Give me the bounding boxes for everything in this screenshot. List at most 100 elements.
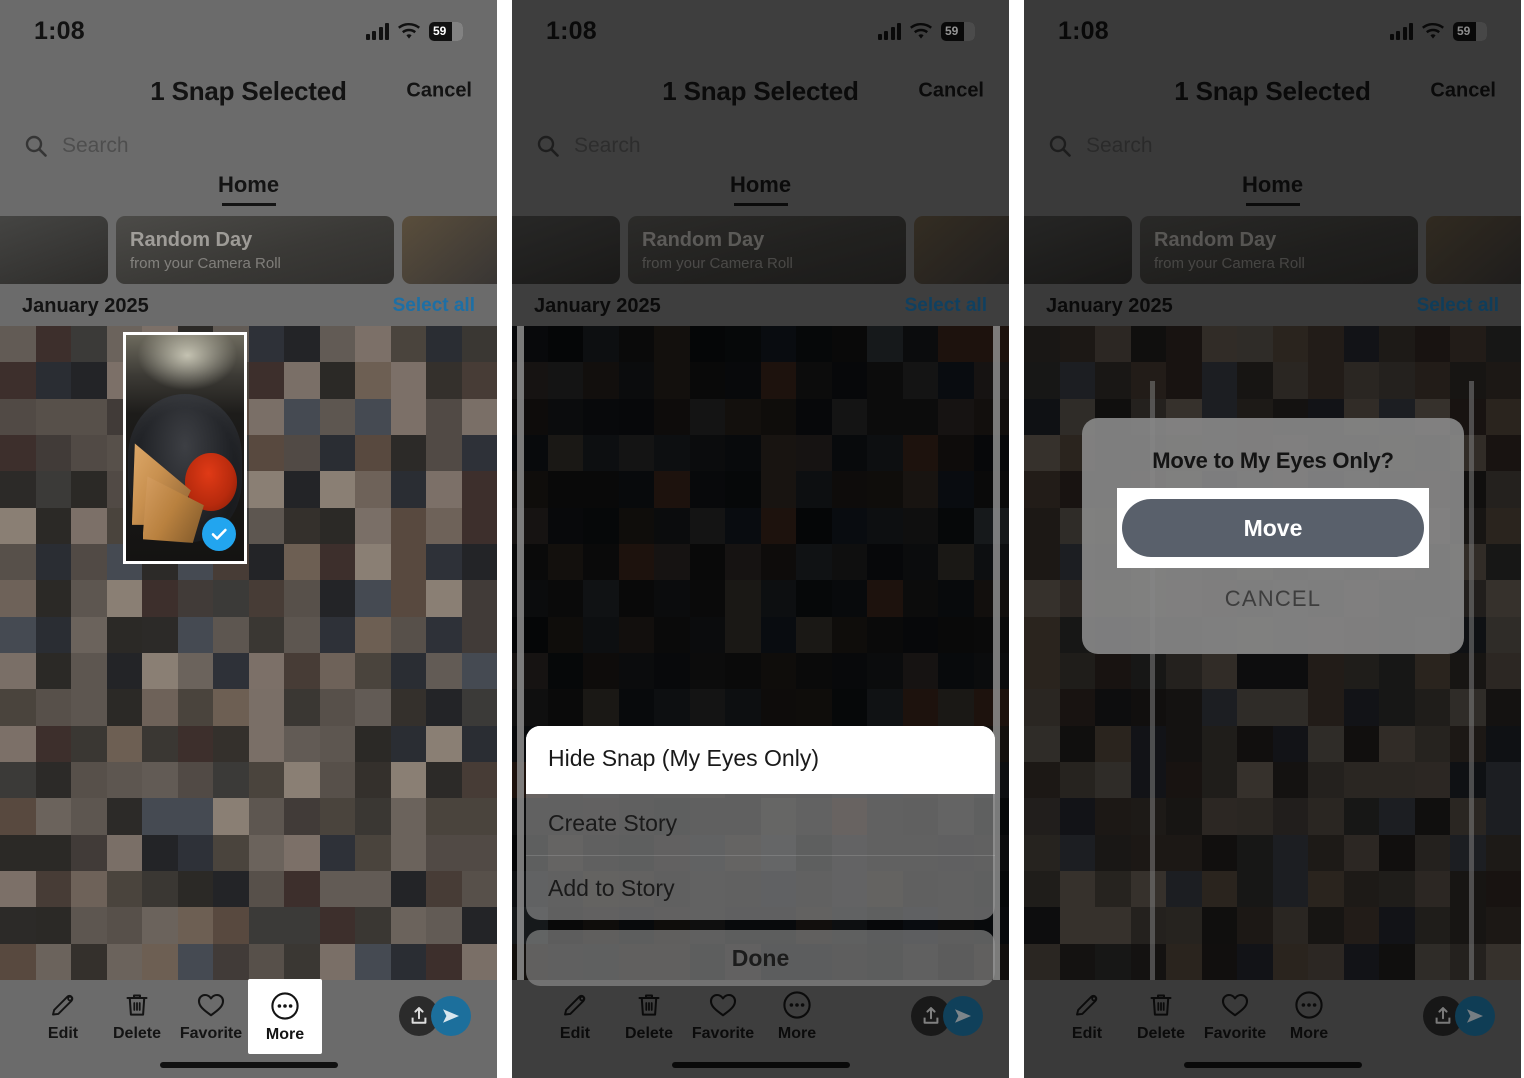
check-circle-icon xyxy=(202,517,236,551)
story-card-previous[interactable] xyxy=(512,216,620,284)
send-paperplane-icon[interactable] xyxy=(943,996,983,1036)
bottom-toolbar: Edit Delete Favorite More xyxy=(0,978,497,1054)
more-button[interactable]: More xyxy=(248,978,322,1054)
screen-header: 1 Snap Selected Cancel xyxy=(512,62,1009,120)
tab-home[interactable]: Home xyxy=(730,172,791,206)
month-label: January 2025 xyxy=(1046,294,1173,317)
status-indicators: 59 xyxy=(365,21,463,41)
done-button[interactable]: Done xyxy=(526,930,995,986)
move-button[interactable]: Move xyxy=(1122,499,1424,557)
status-indicators: 59 xyxy=(877,21,975,41)
more-button[interactable]: More xyxy=(760,990,834,1043)
tab-home[interactable]: Home xyxy=(1242,172,1303,206)
month-section-header: January 2025 Select all xyxy=(1024,286,1521,326)
story-card-next[interactable] xyxy=(1426,216,1521,284)
search-input[interactable]: Search xyxy=(1086,134,1153,158)
story-carousel[interactable]: Random Day from your Camera Roll xyxy=(1024,214,1521,286)
story-card-random-day[interactable]: Random Day from your Camera Roll xyxy=(116,216,394,284)
favorite-button[interactable]: Favorite xyxy=(686,990,760,1043)
create-story-option[interactable]: Create Story xyxy=(526,792,995,856)
story-card-previous[interactable] xyxy=(1024,216,1132,284)
hide-snap-my-eyes-only-option[interactable]: Hide Snap (My Eyes Only) xyxy=(526,726,995,792)
more-button[interactable]: More xyxy=(1272,990,1346,1043)
month-section-header: January 2025 Select all xyxy=(0,286,497,326)
tab-home[interactable]: Home xyxy=(218,172,279,206)
bottom-toolbar: Edit Delete Favorite More xyxy=(512,980,1009,1052)
more-action-sheet: Hide Snap (My Eyes Only) Create Story Ad… xyxy=(526,726,995,986)
dialog-cancel-button[interactable]: CANCEL xyxy=(1225,586,1321,612)
send-paperplane-icon[interactable] xyxy=(431,996,471,1036)
edit-button[interactable]: Edit xyxy=(1050,990,1124,1043)
pencil-icon xyxy=(561,990,589,1020)
month-section-header: January 2025 Select all xyxy=(512,286,1009,326)
panel-action-sheet: 1:08 59 1 Snap Selected Cancel Search Ho… xyxy=(512,0,1009,1078)
edit-label: Edit xyxy=(47,1024,79,1042)
panel-divider-1 xyxy=(497,0,512,1078)
story-card-title: Random Day xyxy=(1154,228,1277,251)
story-card-title: Random Day xyxy=(642,228,765,251)
delete-label: Delete xyxy=(624,1024,674,1042)
add-to-story-option[interactable]: Add to Story xyxy=(526,856,995,920)
edit-button[interactable]: Edit xyxy=(26,990,100,1043)
wifi-icon xyxy=(910,22,932,40)
status-time: 1:08 xyxy=(546,16,597,45)
story-card-next[interactable] xyxy=(402,216,497,284)
cancel-button[interactable]: Cancel xyxy=(918,80,984,103)
select-all-button[interactable]: Select all xyxy=(1417,295,1499,317)
pencil-icon xyxy=(49,990,77,1020)
trash-icon xyxy=(124,990,150,1020)
search-bar[interactable]: Search xyxy=(0,120,497,172)
action-sheet-options: Hide Snap (My Eyes Only) Create Story Ad… xyxy=(526,726,995,920)
select-all-button[interactable]: Select all xyxy=(393,295,475,317)
favorite-button[interactable]: Favorite xyxy=(174,990,248,1043)
story-card-subtitle: from your Camera Roll xyxy=(642,254,793,272)
search-bar[interactable]: Search xyxy=(512,120,1009,172)
story-carousel[interactable]: Random Day from your Camera Roll xyxy=(512,214,1009,286)
delete-button[interactable]: Delete xyxy=(100,990,174,1043)
more-label: More xyxy=(265,1025,305,1043)
toolbar-actions xyxy=(399,996,471,1036)
tab-active-underline xyxy=(1245,203,1300,206)
toolbar-actions xyxy=(1423,996,1495,1036)
heart-icon xyxy=(1220,990,1250,1020)
cancel-button[interactable]: Cancel xyxy=(1430,80,1496,103)
more-label: More xyxy=(1289,1024,1329,1042)
photo-grid[interactable] xyxy=(0,326,497,980)
panel-select-snap: 1:08 59 1 Snap Selected Cancel Search Ho… xyxy=(0,0,497,1078)
bottom-toolbar: Edit Delete Favorite More xyxy=(1024,980,1521,1052)
story-card-subtitle: from your Camera Roll xyxy=(130,254,281,272)
page-title: 1 Snap Selected xyxy=(1174,75,1371,106)
send-paperplane-icon[interactable] xyxy=(1455,996,1495,1036)
pencil-icon xyxy=(1073,990,1101,1020)
select-all-button[interactable]: Select all xyxy=(905,295,987,317)
search-bar[interactable]: Search xyxy=(1024,120,1521,172)
search-input[interactable]: Search xyxy=(62,134,129,158)
move-button-highlight: Move xyxy=(1117,488,1429,568)
story-carousel[interactable]: Random Day from your Camera Roll xyxy=(0,214,497,286)
edit-button[interactable]: Edit xyxy=(538,990,612,1043)
tab-bar: Home xyxy=(0,172,497,214)
story-card-previous[interactable] xyxy=(0,216,108,284)
story-card-random-day[interactable]: Random Day from your Camera Roll xyxy=(628,216,906,284)
delete-button[interactable]: Delete xyxy=(612,990,686,1043)
photo-grid-mosaic[interactable] xyxy=(0,326,497,980)
search-input[interactable]: Search xyxy=(574,134,641,158)
tab-bar: Home xyxy=(512,172,1009,214)
screen-header: 1 Snap Selected Cancel xyxy=(1024,62,1521,120)
edit-label: Edit xyxy=(1071,1024,1103,1042)
status-indicators: 59 xyxy=(1389,21,1487,41)
phone-screen-1: 1:08 59 1 Snap Selected Cancel Search Ho… xyxy=(0,0,497,1078)
trash-icon xyxy=(1148,990,1174,1020)
delete-button[interactable]: Delete xyxy=(1124,990,1198,1043)
month-label: January 2025 xyxy=(22,294,149,317)
story-card-random-day[interactable]: Random Day from your Camera Roll xyxy=(1140,216,1418,284)
tab-home-label: Home xyxy=(217,172,280,197)
selected-snap-thumbnail[interactable] xyxy=(123,332,247,564)
trash-icon xyxy=(636,990,662,1020)
heart-icon xyxy=(708,990,738,1020)
dialog-title: Move to My Eyes Only? xyxy=(1152,448,1394,473)
story-card-next[interactable] xyxy=(914,216,1009,284)
status-time: 1:08 xyxy=(34,16,85,45)
cancel-button[interactable]: Cancel xyxy=(406,80,472,103)
favorite-button[interactable]: Favorite xyxy=(1198,990,1272,1043)
